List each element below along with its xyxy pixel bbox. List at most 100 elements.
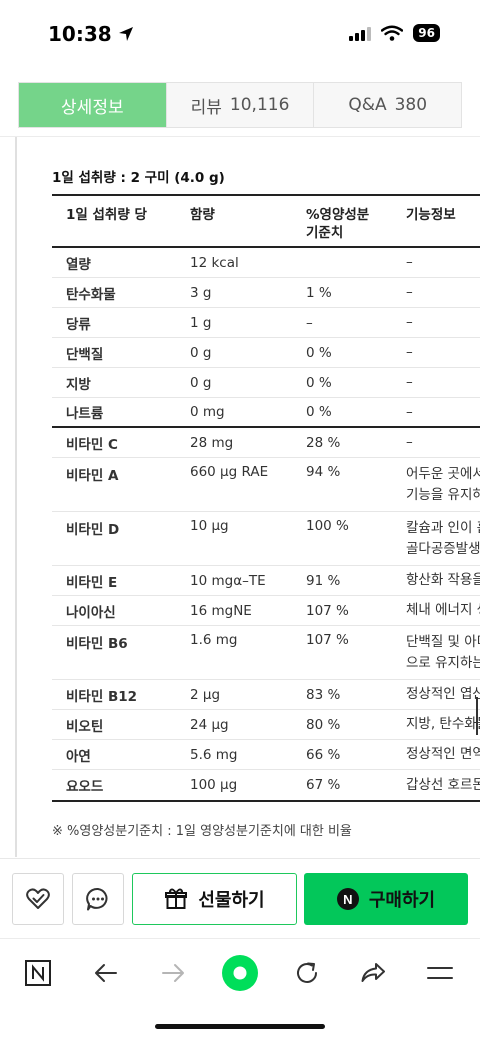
nutrient-function-line: 정상적인 엽산 (406, 686, 480, 702)
nutrient-function: – (406, 252, 480, 273)
header-daily-value-line2: 기준치 (306, 225, 344, 241)
nutrient-function: 어두운 곳에서기능을 유지하 (406, 464, 480, 511)
nutrient-name: 당류 (66, 316, 91, 333)
nutrient-name: 단백질 (66, 346, 104, 363)
back-button[interactable] (86, 953, 126, 993)
nutrient-function: 지방, 탄수화물 (406, 714, 480, 735)
table-bottom-rule (52, 800, 480, 802)
nutrient-function-line: 기능을 유지하 (406, 487, 480, 503)
nutrient-function: 갑상선 호르몬 (406, 775, 480, 796)
nutrient-name: 아연 (66, 748, 91, 765)
table-body: 열량 12 kcal – 탄수화물 3 g1 % – 당류 1 g – – 단백질 0 g0 % – 지방… (52, 248, 480, 800)
refresh-icon (297, 962, 317, 983)
tab-label: 상세정보 (61, 97, 124, 118)
nutrient-function-line: 갑상선 호르몬 (406, 776, 480, 793)
nutrient-amount: 100 μg (190, 777, 238, 793)
nutrient-amount: 1.6 mg (190, 632, 238, 648)
nutrient-daily-value: 1 % (306, 284, 332, 301)
table-header: 1일 섭취량 당 함량 %영양성분 기준치 기능정보 (52, 196, 480, 248)
table-row: 나트륨 0 mg 0 % – (52, 398, 480, 428)
nutrient-amount: 0 mg (190, 404, 225, 420)
home-indicator[interactable] (155, 1024, 325, 1029)
menu-button[interactable] (420, 953, 460, 993)
nutrient-function: 단백질 및 아미으로 유지하는 (406, 632, 480, 679)
clock: 10:38 (48, 22, 112, 46)
table-row: 지방 0 g 0 % – (52, 368, 480, 398)
naver-n-icon (25, 960, 51, 986)
content-left-border (15, 137, 17, 857)
nutrient-function: – (406, 372, 480, 393)
wishlist-button[interactable] (12, 873, 64, 925)
talk-button[interactable] (72, 873, 124, 925)
nutrient-name: 나트륨 (66, 406, 104, 422)
nutrient-name: 비타민 B12 (66, 688, 138, 705)
nutrient-name: 비타민 A (66, 468, 119, 484)
buy-label: 구매하기 (368, 890, 436, 911)
footnote: ※ %영양성분기준치 : 1일 영양성분기준치에 대한 비율 (52, 824, 352, 839)
arrow-left-icon (95, 964, 117, 982)
table-row: 아연 5.6 mg 66 % 정상적인 면역 (52, 740, 480, 770)
gift-label: 선물하기 (198, 890, 265, 911)
nutrient-name: 비오틴 (66, 718, 104, 735)
header-function: 기능정보 (406, 207, 456, 223)
table-row: 비타민 B12 2 μg 83 % 정상적인 엽산 (52, 680, 480, 710)
location-arrow-icon (118, 27, 133, 41)
gift-icon (165, 888, 188, 909)
nutrient-function-line: – (406, 374, 413, 390)
nutrition-table: 1일 섭취량 당 함량 %영양성분 기준치 기능정보 열량 12 kcal – 탄수화… (52, 194, 480, 802)
share-button[interactable] (353, 953, 393, 993)
nutrient-daily-value: 0 % (306, 374, 332, 391)
nutrient-amount: 16 mgNE (190, 602, 252, 619)
scroll-indicator[interactable] (476, 697, 478, 735)
nutrient-function: – (406, 342, 480, 363)
gift-button[interactable]: 선물하기 (132, 873, 297, 925)
nutrient-function-line: – (406, 434, 413, 450)
table-row: 비타민 A 660 μg RAE 94 % 어두운 곳에서 기능을 유지하 (52, 458, 480, 512)
table-row: 비타민 C 28 mg 28 % – (52, 428, 480, 458)
nutrient-daily-value: 0 % (306, 404, 332, 420)
nutrient-function: 정상적인 엽산 (406, 684, 480, 705)
hamburger-menu-icon (427, 967, 453, 979)
heart-check-icon (26, 888, 50, 909)
divider (0, 136, 480, 137)
nutrient-function-line: 어두운 곳에서 (406, 466, 480, 482)
tab-reviews[interactable]: 리뷰 10,116 (165, 83, 314, 127)
tab-details[interactable]: 상세정보 (19, 83, 166, 127)
table-row: 탄수화물 3 g 1 % – (52, 278, 480, 308)
nutrient-name: 지방 (66, 376, 91, 393)
purchase-action-bar: 선물하기 N 구매하기 (0, 858, 480, 938)
green-dot-icon (222, 955, 258, 991)
nutrient-daily-value: 107 % (306, 632, 349, 648)
nutrient-daily-value: 80 % (306, 716, 341, 733)
nutrient-function-line: 정상적인 면역 (406, 746, 480, 762)
serving-size: 1일 섭취량 : 2 구미 (4.0 g) (52, 170, 225, 186)
nutrient-daily-value: – (306, 314, 313, 331)
nutrient-name: 비타민 E (66, 574, 118, 591)
naver-home-button[interactable] (18, 953, 58, 993)
arrow-right-icon (162, 964, 184, 982)
nutrient-function: 칼슘과 인이 흡골다공증발생 (406, 518, 480, 565)
nutrient-amount: 10 mgα–TE (190, 572, 266, 589)
nutrient-name: 요오드 (66, 779, 104, 795)
nutrient-function-line: 으로 유지하는 (406, 655, 480, 671)
nutrient-daily-value: 94 % (306, 464, 341, 480)
buy-button[interactable]: N 구매하기 (304, 873, 468, 925)
header-amount: 함량 (190, 207, 215, 223)
chat-bubble-icon (86, 887, 108, 911)
table-row: 열량 12 kcal – (52, 248, 480, 278)
nutrient-amount: 2 μg (190, 686, 221, 703)
table-row: 비타민 D 10 μg 100 % 칼슘과 인이 흡골다공증발생 (52, 512, 480, 566)
nutrient-amount: 0 g (190, 344, 212, 361)
nutrient-function-line: 체내 에너지 생 (406, 602, 480, 618)
nutrient-amount: 5.6 mg (190, 746, 238, 763)
table-row: 비타민 B6 1.6 mg 107 % 단백질 및 아미으로 유지하는 (52, 626, 480, 680)
nutrient-function: – (406, 282, 480, 303)
nutrient-amount: 10 μg (190, 518, 229, 534)
tab-qna[interactable]: Q&A 380 (313, 83, 462, 127)
green-dot-button[interactable] (220, 953, 260, 993)
nutrient-function-line: – (406, 403, 413, 420)
nutrient-daily-value: 100 % (306, 518, 349, 534)
nutrient-daily-value: 28 % (306, 434, 341, 451)
forward-button[interactable] (153, 953, 193, 993)
refresh-button[interactable] (287, 953, 327, 993)
